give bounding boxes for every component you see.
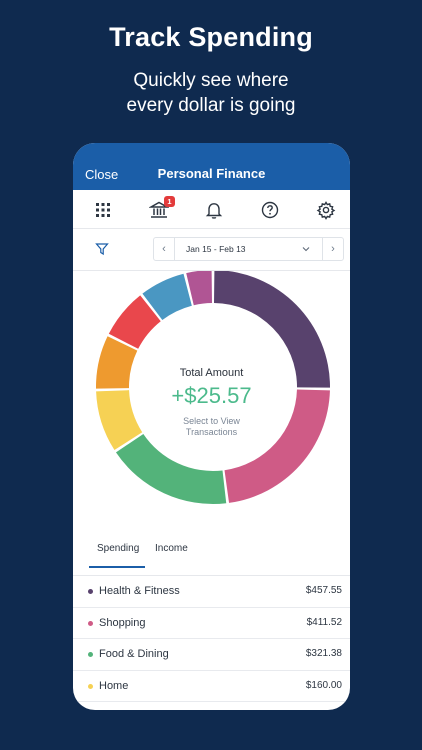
category-amount: $160.00 [305,679,342,691]
category-color-dot [88,589,93,594]
total-amount-label: Total Amount [179,367,244,379]
tab-spending[interactable]: Spending [97,543,139,554]
select-hint-line1: Select to View [183,416,240,426]
apps-grid-icon[interactable] [93,200,113,220]
gear-icon[interactable] [316,200,336,220]
category-color-dot [88,652,93,657]
phone-screen: Close Personal Finance 1 ‹ Jan 15 - Feb … [73,143,350,710]
help-icon[interactable] [260,200,280,220]
list-item[interactable]: Home $160.00 [73,671,350,702]
hero-title: Track Spending [109,22,313,52]
hero-subtitle-line1: Quickly see where [133,70,289,91]
category-name: Health & Fitness [99,585,180,597]
category-color-dot [88,683,93,689]
date-range-select[interactable]: Jan 15 - Feb 13 [175,238,322,260]
list-item[interactable]: Food & Dining $321.38 [73,639,350,671]
nav-bar: Close Personal Finance [73,143,350,190]
toolbar: 1 [73,190,350,229]
filter-icon[interactable] [95,242,109,256]
page-title: Personal Finance [157,166,266,181]
date-range-label: Jan 15 - Feb 13 [186,244,246,254]
list-item[interactable]: Health & Fitness $457.55 [73,576,350,608]
category-name: Home [99,679,129,692]
category-list: Health & Fitness $457.55 Shopping $411.5… [73,576,350,702]
date-range-picker: ‹ Jan 15 - Feb 13 › [153,237,344,261]
prev-period-button[interactable]: ‹ [154,238,175,260]
next-period-button[interactable]: › [322,238,343,260]
bank-icon[interactable]: 1 [148,196,175,220]
category-name: Shopping [99,616,146,629]
tab-income[interactable]: Income [155,543,188,554]
active-tab-indicator [89,566,145,568]
bell-icon[interactable] [204,200,224,220]
category-amount: $321.38 [305,648,342,659]
filter-row: ‹ Jan 15 - Feb 13 › [73,229,350,271]
select-hint-line2: Transactions [185,427,238,437]
hero-subtitle: Quickly see where every dollar is going [0,68,422,118]
category-amount: $411.52 [306,616,342,628]
chevron-down-icon [302,247,310,252]
donut-slice-food-dining[interactable] [115,433,227,504]
category-color-dot [88,620,93,626]
category-amount: $457.55 [305,585,342,596]
select-hint: Select to View Transactions [73,416,350,438]
category-name: Food & Dining [99,648,169,660]
spending-donut-chart[interactable]: Total Amount +$25.57 Select to View Tran… [73,271,350,525]
spending-income-tabs: Spending Income [73,543,350,569]
total-amount-value: +$25.57 [171,383,252,408]
list-item[interactable]: Shopping $411.52 [73,608,350,639]
notification-badge: 1 [164,196,175,207]
hero-subtitle-line2: every dollar is going [126,95,296,116]
